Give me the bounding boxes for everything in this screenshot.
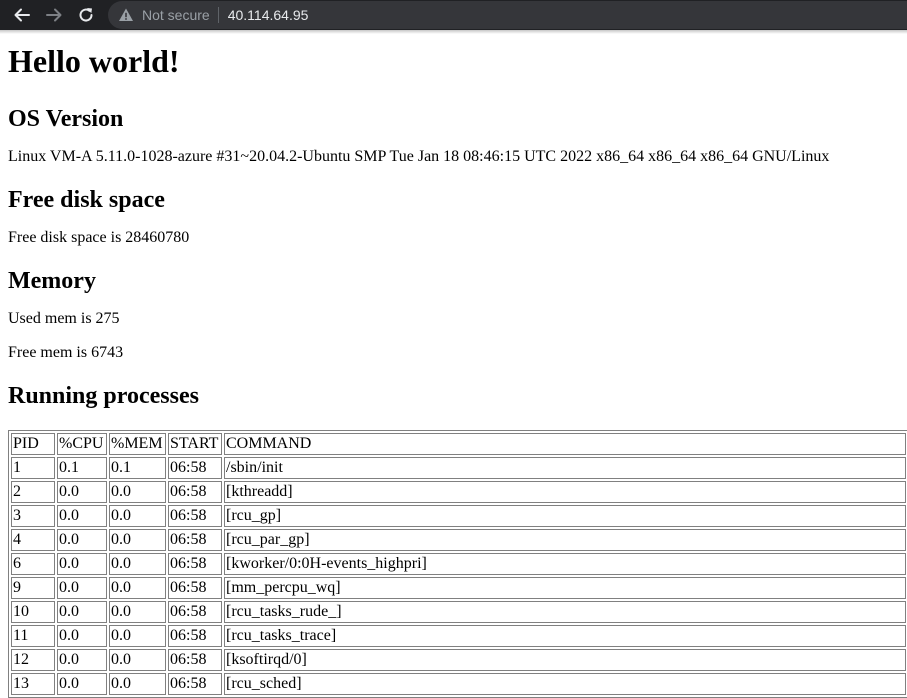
used-memory-text: Used mem is 275 xyxy=(8,310,120,327)
table-row: 9 0.0 0.0 06:58 [mm_percpu_wq] xyxy=(11,577,906,599)
cell-command: [rcu_gp] xyxy=(224,505,906,527)
reload-icon xyxy=(79,8,93,22)
table-row: 10 0.0 0.0 06:58 [rcu_tasks_rude_] xyxy=(11,601,906,623)
running-processes-heading: Running processes xyxy=(8,383,199,409)
cell-mem: 0.0 xyxy=(109,673,166,695)
cell-pid: 3 xyxy=(11,505,55,527)
cell-mem: 0.0 xyxy=(109,625,166,647)
cell-command: [ksoftirqd/0] xyxy=(224,649,906,671)
free-disk-text: Free disk space is 28460780 xyxy=(8,229,190,246)
cell-pid: 6 xyxy=(11,553,55,575)
cell-start: 06:58 xyxy=(168,577,222,599)
cell-start: 06:58 xyxy=(168,601,222,623)
cell-cpu: 0.1 xyxy=(57,457,107,479)
cell-cpu: 0.0 xyxy=(57,601,107,623)
table-row: 3 0.0 0.0 06:58 [rcu_gp] xyxy=(11,505,906,527)
header-command: COMMAND xyxy=(224,433,906,455)
cell-cpu: 0.0 xyxy=(57,625,107,647)
table-header-row: PID %CPU %MEM START COMMAND xyxy=(11,433,906,455)
page-title: Hello world! xyxy=(8,43,180,79)
header-cpu: %CPU xyxy=(57,433,107,455)
back-button[interactable] xyxy=(11,4,33,26)
cell-cpu: 0.0 xyxy=(57,481,107,503)
cell-cpu: 0.0 xyxy=(57,529,107,551)
cell-mem: 0.0 xyxy=(109,505,166,527)
cell-start: 06:58 xyxy=(168,649,222,671)
cell-pid: 12 xyxy=(11,649,55,671)
cell-pid: 11 xyxy=(11,625,55,647)
cell-start: 06:58 xyxy=(168,625,222,647)
header-pid: PID xyxy=(11,433,55,455)
warning-icon[interactable] xyxy=(118,7,134,23)
address-bar[interactable]: Not secure 40.114.64.95 xyxy=(108,1,907,29)
header-start: START xyxy=(168,433,222,455)
os-version-heading: OS Version xyxy=(8,106,124,132)
process-table: PID %CPU %MEM START COMMAND 1 0.1 0.1 06… xyxy=(8,430,907,698)
free-memory-text: Free mem is 6743 xyxy=(8,344,124,361)
cell-mem: 0.0 xyxy=(109,553,166,575)
forward-button[interactable] xyxy=(43,4,65,26)
cell-cpu: 0.0 xyxy=(57,673,107,695)
cell-pid: 1 xyxy=(11,457,55,479)
memory-heading: Memory xyxy=(8,268,96,294)
omnibox-divider xyxy=(217,7,219,23)
browser-toolbar: Not secure 40.114.64.95 xyxy=(0,0,907,30)
cell-command: [rcu_par_gp] xyxy=(224,529,906,551)
cell-mem: 0.0 xyxy=(109,529,166,551)
table-row: 2 0.0 0.0 06:58 [kthreadd] xyxy=(11,481,906,503)
cell-start: 06:58 xyxy=(168,529,222,551)
cell-pid: 13 xyxy=(11,673,55,695)
cell-start: 06:58 xyxy=(168,553,222,575)
cell-mem: 0.0 xyxy=(109,649,166,671)
cell-command: [rcu_sched] xyxy=(224,673,906,695)
cell-start: 06:58 xyxy=(168,481,222,503)
cell-start: 06:58 xyxy=(168,457,222,479)
table-row: 13 0.0 0.0 06:58 [rcu_sched] xyxy=(11,673,906,695)
url-text[interactable]: 40.114.64.95 xyxy=(228,7,309,23)
free-disk-heading: Free disk space xyxy=(8,187,165,213)
cell-pid: 9 xyxy=(11,577,55,599)
cell-cpu: 0.0 xyxy=(57,553,107,575)
os-version-text: Linux VM-A 5.11.0-1028-azure #31~20.04.2… xyxy=(8,148,830,165)
cell-command: [rcu_tasks_rude_] xyxy=(224,601,906,623)
cell-command: [kthreadd] xyxy=(224,481,906,503)
reload-button[interactable] xyxy=(75,4,97,26)
security-status-label[interactable]: Not secure xyxy=(142,7,210,23)
cell-pid: 2 xyxy=(11,481,55,503)
cell-start: 06:58 xyxy=(168,505,222,527)
cell-cpu: 0.0 xyxy=(57,649,107,671)
table-row: 11 0.0 0.0 06:58 [rcu_tasks_trace] xyxy=(11,625,906,647)
header-mem: %MEM xyxy=(109,433,166,455)
cell-pid: 10 xyxy=(11,601,55,623)
table-row: 4 0.0 0.0 06:58 [rcu_par_gp] xyxy=(11,529,906,551)
back-arrow-icon xyxy=(14,8,30,22)
cell-mem: 0.1 xyxy=(109,457,166,479)
cell-command: [rcu_tasks_trace] xyxy=(224,625,906,647)
cell-mem: 0.0 xyxy=(109,481,166,503)
cell-mem: 0.0 xyxy=(109,601,166,623)
cell-cpu: 0.0 xyxy=(57,505,107,527)
cell-cpu: 0.0 xyxy=(57,577,107,599)
cell-command: [mm_percpu_wq] xyxy=(224,577,906,599)
table-row: 12 0.0 0.0 06:58 [ksoftirqd/0] xyxy=(11,649,906,671)
cell-start: 06:58 xyxy=(168,673,222,695)
table-row: 6 0.0 0.0 06:58 [kworker/0:0H-events_hig… xyxy=(11,553,906,575)
cell-command: [kworker/0:0H-events_highpri] xyxy=(224,553,906,575)
cell-command: /sbin/init xyxy=(224,457,906,479)
cell-pid: 4 xyxy=(11,529,55,551)
cell-mem: 0.0 xyxy=(109,577,166,599)
page-content: Hello world! OS Version Linux VM-A 5.11.… xyxy=(8,34,907,698)
forward-arrow-icon xyxy=(46,8,62,22)
table-row: 1 0.1 0.1 06:58 /sbin/init xyxy=(11,457,906,479)
